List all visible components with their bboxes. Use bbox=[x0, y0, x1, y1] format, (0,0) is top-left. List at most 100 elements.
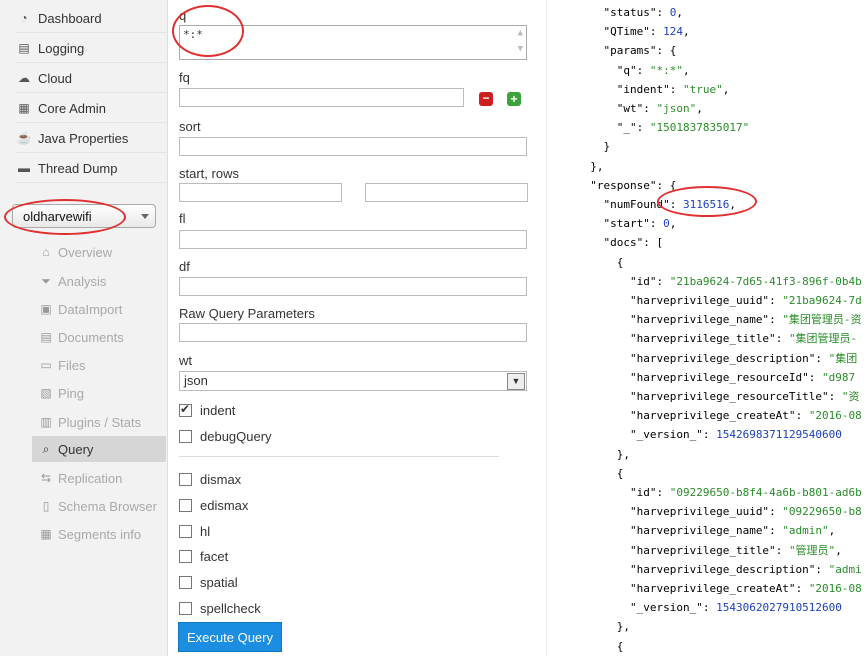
core-menu-item-replication[interactable]: ⇆ Replication bbox=[32, 465, 166, 491]
json-colon: : bbox=[643, 102, 657, 115]
nav-item-dashboard[interactable]: ◔ Dashboard bbox=[16, 4, 166, 33]
files-icon: ▭ bbox=[40, 358, 52, 372]
json-key: "status" bbox=[603, 6, 657, 19]
json-line: "harveprivilege_createAt": "2016-08 bbox=[577, 409, 862, 423]
start-input[interactable] bbox=[179, 183, 342, 202]
json-bracket: }, bbox=[616, 447, 630, 461]
nav-item-label: Dashboard bbox=[38, 10, 102, 26]
core-menu-item-plugins-stats[interactable]: ▥ Plugins / Stats bbox=[32, 409, 166, 435]
json-colon: : bbox=[636, 121, 650, 135]
json-value: 3116516 bbox=[682, 198, 730, 211]
fq-label: fq bbox=[179, 70, 190, 85]
json-key: "_version_" bbox=[629, 601, 703, 615]
json-key: "harveprivilege_description" bbox=[629, 562, 816, 576]
checkbox-checked-icon bbox=[179, 402, 192, 417]
nav-item-core-admin[interactable]: ▦ Core Admin bbox=[16, 94, 166, 123]
json-key: "harveprivilege_title" bbox=[629, 332, 776, 346]
core-menu-item-dataimport[interactable]: ▣ DataImport bbox=[32, 296, 166, 322]
nav-item-java-properties[interactable]: ☕ Java Properties bbox=[16, 124, 166, 153]
json-key: "harveprivilege_description" bbox=[629, 351, 816, 365]
facet-checkbox[interactable]: facet bbox=[179, 546, 228, 566]
q-textarea[interactable]: *:* ▲ ▼ bbox=[179, 25, 527, 60]
core-menu-item-documents[interactable]: ▤ Documents bbox=[32, 324, 166, 350]
json-key: "id" bbox=[629, 274, 657, 288]
dismax-checkbox[interactable]: dismax bbox=[179, 469, 241, 489]
json-key: "q" bbox=[616, 63, 637, 77]
spatial-checkbox[interactable]: spatial bbox=[179, 572, 238, 592]
json-key: "harveprivilege_resourceId" bbox=[629, 370, 809, 384]
edismax-checkbox[interactable]: edismax bbox=[179, 495, 248, 515]
json-line: "harveprivilege_createAt": "2016-08 bbox=[577, 582, 862, 596]
nav-item-logging[interactable]: ▤ Logging bbox=[16, 34, 166, 63]
checkbox-icon bbox=[179, 472, 192, 486]
core-menu-item-analysis[interactable]: ⏷ Analysis bbox=[32, 268, 166, 294]
json-line: "id": "21ba9624-7d65-41f3-896f-0b4b bbox=[577, 275, 862, 289]
core-selector[interactable]: oldharvewifi bbox=[12, 204, 156, 228]
fq-input[interactable] bbox=[179, 88, 464, 107]
nav-item-label: Logging bbox=[38, 40, 85, 56]
json-bracket: { bbox=[616, 639, 624, 653]
json-key: "id" bbox=[629, 486, 657, 499]
checkbox-icon bbox=[179, 601, 192, 615]
json-key: "response" bbox=[590, 178, 657, 192]
spellcheck-checkbox[interactable]: spellcheck bbox=[179, 598, 261, 618]
json-punctuation: , bbox=[835, 543, 842, 557]
spatial-label: spatial bbox=[200, 574, 238, 590]
core-menu-item-ping[interactable]: ▧ Ping bbox=[32, 380, 166, 406]
sort-input[interactable] bbox=[179, 137, 527, 156]
core-menu-item-segments-info[interactable]: ▦ Segments info bbox=[32, 521, 166, 547]
dismax-label: dismax bbox=[200, 471, 242, 487]
fl-input[interactable] bbox=[179, 230, 527, 249]
json-key: "harveprivilege_createAt" bbox=[629, 582, 796, 595]
json-line: "harveprivilege_description": "集团 bbox=[577, 352, 857, 366]
core-menu-item-overview[interactable]: ⌂ Overview bbox=[32, 239, 166, 265]
json-line: "response": { bbox=[577, 179, 676, 193]
raw-params-input[interactable] bbox=[179, 323, 527, 342]
wt-select[interactable]: json ▼ bbox=[179, 371, 527, 391]
json-punctuation: , bbox=[676, 6, 683, 19]
add-fq-button[interactable]: + bbox=[507, 92, 521, 106]
nav-item-thread-dump[interactable]: ▬ Thread Dump bbox=[16, 154, 166, 183]
scroll-down-icon[interactable]: ▼ bbox=[518, 44, 523, 54]
df-input[interactable] bbox=[179, 277, 527, 296]
chevron-down-icon bbox=[141, 214, 149, 219]
json-line: "_": "1501837835017" bbox=[577, 121, 749, 135]
core-selector-value: oldharvewifi bbox=[23, 208, 92, 224]
hl-checkbox[interactable]: hl bbox=[179, 521, 210, 541]
nav-item-cloud[interactable]: ☁ Cloud bbox=[16, 64, 166, 93]
json-line: "_version_": 1542698371129540600 bbox=[577, 428, 842, 442]
checkbox-icon bbox=[179, 575, 192, 589]
json-colon: : bbox=[656, 178, 670, 192]
core-menu-item-files[interactable]: ▭ Files bbox=[32, 352, 166, 378]
debugquery-checkbox[interactable]: debugQuery bbox=[179, 426, 272, 446]
json-line: "status": 0, bbox=[577, 6, 683, 20]
json-line: "numFound": 3116516, bbox=[577, 198, 736, 212]
wt-value: json bbox=[184, 373, 208, 388]
checkbox-icon bbox=[179, 429, 192, 443]
json-colon: : bbox=[669, 82, 683, 96]
remove-fq-button[interactable]: − bbox=[479, 92, 493, 106]
scroll-up-icon[interactable]: ▲ bbox=[518, 28, 523, 38]
execute-query-button[interactable]: Execute Query bbox=[178, 622, 282, 652]
indent-checkbox[interactable]: indent bbox=[179, 400, 235, 420]
core-menu-item-query[interactable]: ⌕ Query bbox=[32, 436, 166, 462]
json-colon: : bbox=[795, 409, 809, 423]
json-colon: : bbox=[815, 351, 829, 365]
checkbox-icon bbox=[179, 549, 192, 563]
json-value: 1543062027910512600 bbox=[716, 601, 842, 615]
core-menu-item-label: Ping bbox=[58, 385, 85, 401]
json-line: "harveprivilege_resourceId": "d987 bbox=[577, 371, 855, 385]
rows-input[interactable] bbox=[365, 183, 528, 202]
core-menu-item-schema-browser[interactable]: ▯ Schema Browser bbox=[32, 493, 166, 519]
json-key: "_" bbox=[616, 121, 637, 135]
replication-icon: ⇆ bbox=[40, 471, 52, 485]
